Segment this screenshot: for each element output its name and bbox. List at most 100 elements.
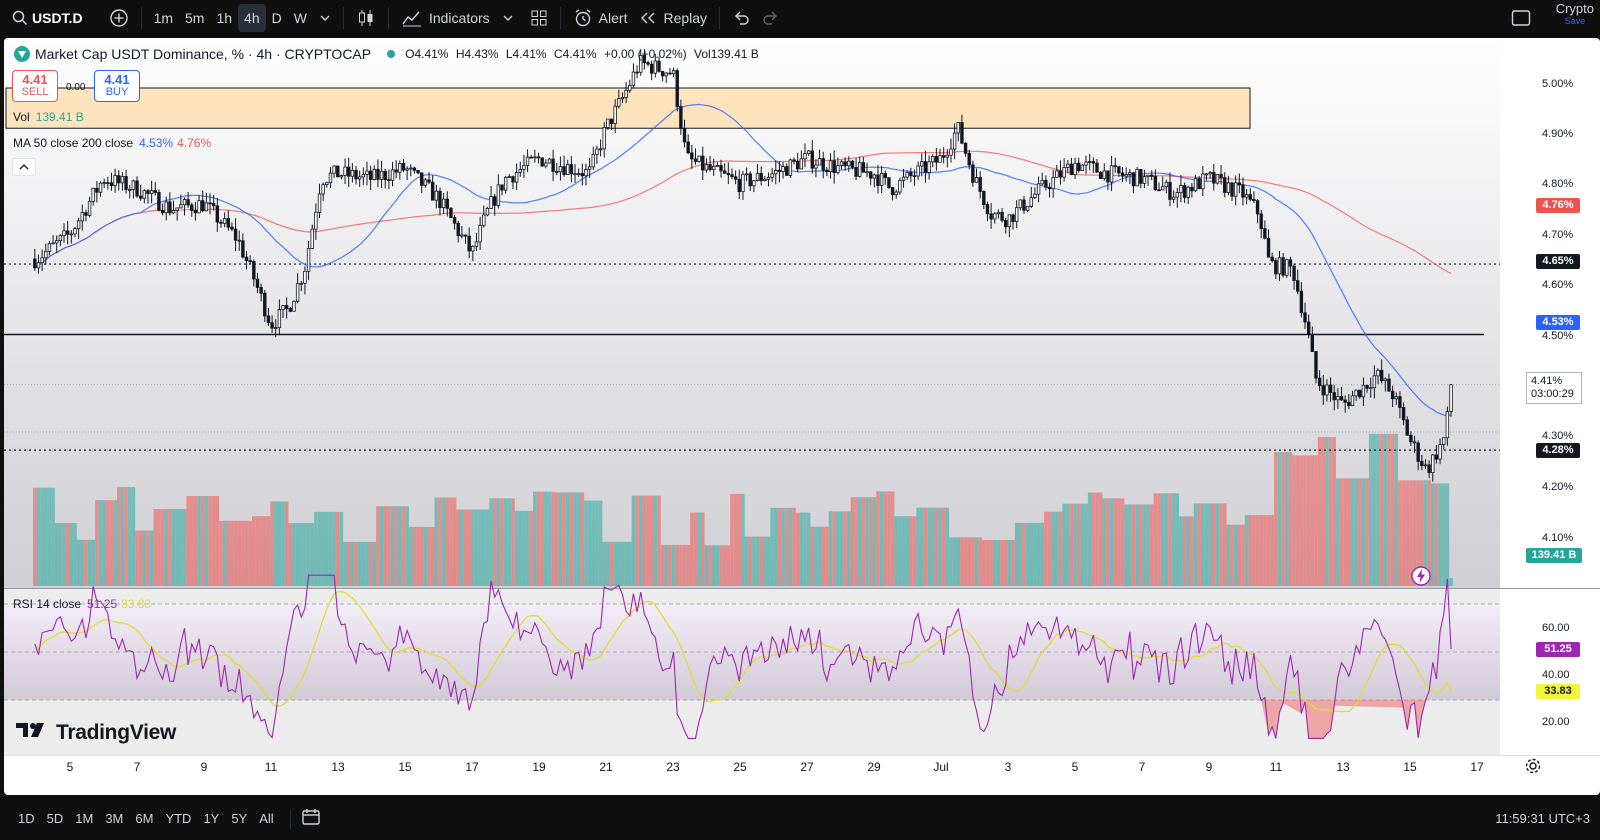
- volume-bar: [200, 496, 205, 586]
- volume-bar: [1350, 478, 1355, 586]
- candle-body: [1040, 179, 1044, 185]
- volume-bar: [182, 509, 187, 586]
- volume-bar: [1036, 522, 1041, 586]
- range-ytd[interactable]: YTD: [159, 811, 197, 826]
- candle-body: [628, 84, 632, 91]
- candle-body: [350, 169, 355, 177]
- volume-bar: [507, 498, 512, 586]
- interval-d[interactable]: D: [266, 4, 288, 32]
- range-1m[interactable]: 1M: [69, 811, 99, 826]
- volume-bar: [270, 501, 274, 586]
- interval-1m[interactable]: 1m: [148, 4, 179, 32]
- candle-body: [799, 158, 804, 170]
- chart-area[interactable]: Market Cap USDT Dominance, % · 4h · CRYP…: [4, 38, 1600, 795]
- candle-body: [1412, 441, 1417, 444]
- clock-timezone[interactable]: 11:59:31 UTC+3: [1495, 811, 1590, 826]
- volume-bar: [1182, 516, 1187, 586]
- ma50-legend-value: 4.53%: [139, 136, 174, 150]
- volume-bar: [554, 492, 559, 586]
- fullscreen-button[interactable]: [1505, 4, 1537, 32]
- volume-bar: [1288, 452, 1293, 586]
- volume-bar: [1328, 436, 1333, 586]
- candle-body: [693, 158, 698, 162]
- realtime-indicator-button[interactable]: [1410, 565, 1432, 592]
- range-1d[interactable]: 1D: [12, 811, 41, 826]
- time-label: 5: [66, 760, 74, 774]
- candle-body: [1223, 177, 1227, 193]
- candle-body: [222, 218, 227, 224]
- candle-body: [1160, 186, 1165, 191]
- candle-body: [569, 164, 574, 175]
- indicators-button[interactable]: Indicators: [395, 4, 496, 32]
- volume-bar: [1292, 455, 1296, 586]
- candle-body: [635, 71, 639, 74]
- layout-name: Crypto: [1555, 1, 1594, 16]
- buy-button[interactable]: 4.41 BUY: [94, 70, 140, 102]
- chart-canvas[interactable]: [4, 38, 1600, 795]
- range-5y[interactable]: 5Y: [225, 811, 253, 826]
- volume-bar: [825, 526, 829, 586]
- alert-button[interactable]: Alert: [567, 4, 634, 32]
- candle-body: [511, 176, 515, 183]
- candle-body: [467, 235, 471, 252]
- candle-body: [879, 173, 884, 186]
- compare-symbol-button[interactable]: [103, 4, 135, 32]
- undo-button[interactable]: [726, 4, 756, 32]
- interval-dropdown[interactable]: [313, 4, 337, 32]
- time-label: 9: [200, 760, 208, 774]
- brand-name: TradingView: [56, 721, 177, 744]
- candle-body: [817, 158, 822, 166]
- legend-volume: Vol139.41 B: [694, 47, 759, 61]
- time-label: 17: [1470, 760, 1484, 774]
- candles-icon: [356, 8, 376, 28]
- volume-bar: [273, 501, 278, 586]
- chart-type-button[interactable]: [350, 4, 382, 32]
- volume-legend[interactable]: Vol 139.41 B: [13, 110, 84, 124]
- indicators-dropdown[interactable]: [496, 4, 520, 32]
- interval-w[interactable]: W: [288, 4, 313, 32]
- tradingview-logo[interactable]: TradingView: [16, 721, 176, 745]
- volume-bar: [919, 507, 924, 586]
- redo-button[interactable]: [756, 4, 786, 32]
- candle-body: [1248, 194, 1252, 200]
- chevron-down-icon: [502, 12, 514, 24]
- layout-save-button[interactable]: Crypto Save: [1555, 1, 1594, 27]
- symbol-legend[interactable]: Market Cap USDT Dominance, % · 4h · CRYP…: [14, 46, 763, 62]
- range-1y[interactable]: 1Y: [197, 811, 225, 826]
- ma-legend[interactable]: MA 50 close 200 close 4.53% 4.76%: [13, 136, 211, 150]
- range-all[interactable]: All: [253, 811, 279, 826]
- range-3m[interactable]: 3M: [99, 811, 129, 826]
- candle-body: [376, 168, 380, 180]
- replay-button[interactable]: Replay: [633, 4, 713, 32]
- go-to-date-button[interactable]: [301, 808, 321, 829]
- volume-bar: [292, 523, 296, 586]
- symbol-search[interactable]: USDT.D: [6, 4, 89, 32]
- candle-body: [1361, 384, 1366, 398]
- candle-body: [828, 160, 833, 173]
- volume-bar: [233, 520, 238, 586]
- candle-body: [135, 180, 139, 197]
- price-tick: 4.60%: [1542, 279, 1574, 291]
- candle-body: [47, 243, 52, 252]
- interval-4h[interactable]: 4h: [238, 4, 266, 32]
- volume-bar: [1219, 503, 1223, 586]
- rsi-legend[interactable]: RSI 14 close 51.25 33.83: [13, 597, 151, 611]
- volume-bar: [354, 541, 358, 586]
- chart-settings-button[interactable]: [1524, 757, 1542, 780]
- interval-5m[interactable]: 5m: [179, 4, 210, 32]
- candle-body: [690, 152, 694, 160]
- volume-bar: [777, 507, 782, 586]
- sell-button[interactable]: 4.41 SELL: [12, 70, 58, 102]
- collapse-legend-button[interactable]: [12, 158, 36, 176]
- candle-body: [1044, 179, 1048, 188]
- legend-ohlc: O4.41% H4.43% L4.41% C4.41% +0.00 (+0.02…: [405, 47, 763, 61]
- candle-body: [631, 71, 636, 86]
- volume-bar: [657, 495, 661, 586]
- layouts-button[interactable]: [524, 4, 554, 32]
- candle-body: [241, 240, 245, 258]
- range-5d[interactable]: 5D: [41, 811, 70, 826]
- range-6m[interactable]: 6M: [129, 811, 159, 826]
- volume-bar: [857, 497, 862, 586]
- interval-1h[interactable]: 1h: [210, 4, 238, 32]
- candle-body: [73, 228, 77, 235]
